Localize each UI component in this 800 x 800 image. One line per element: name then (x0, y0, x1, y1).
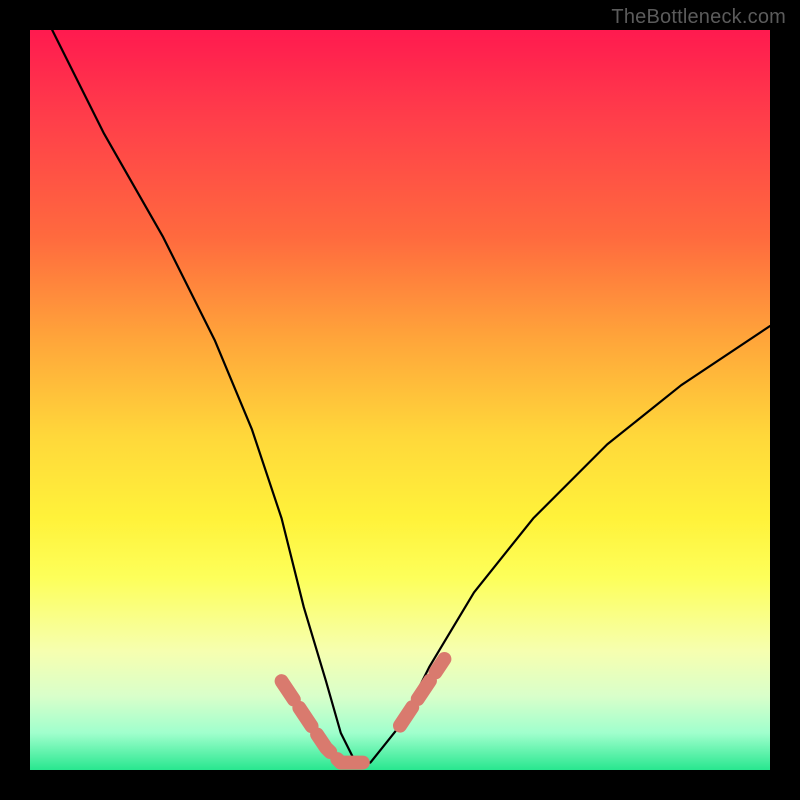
left-descent-markers (282, 681, 341, 762)
right-ascent-markers (400, 659, 444, 726)
chart-svg (30, 30, 770, 770)
chart-frame: TheBottleneck.com (0, 0, 800, 800)
bottleneck-curve (52, 30, 770, 763)
plot-area (30, 30, 770, 770)
watermark-text: TheBottleneck.com (611, 6, 786, 29)
